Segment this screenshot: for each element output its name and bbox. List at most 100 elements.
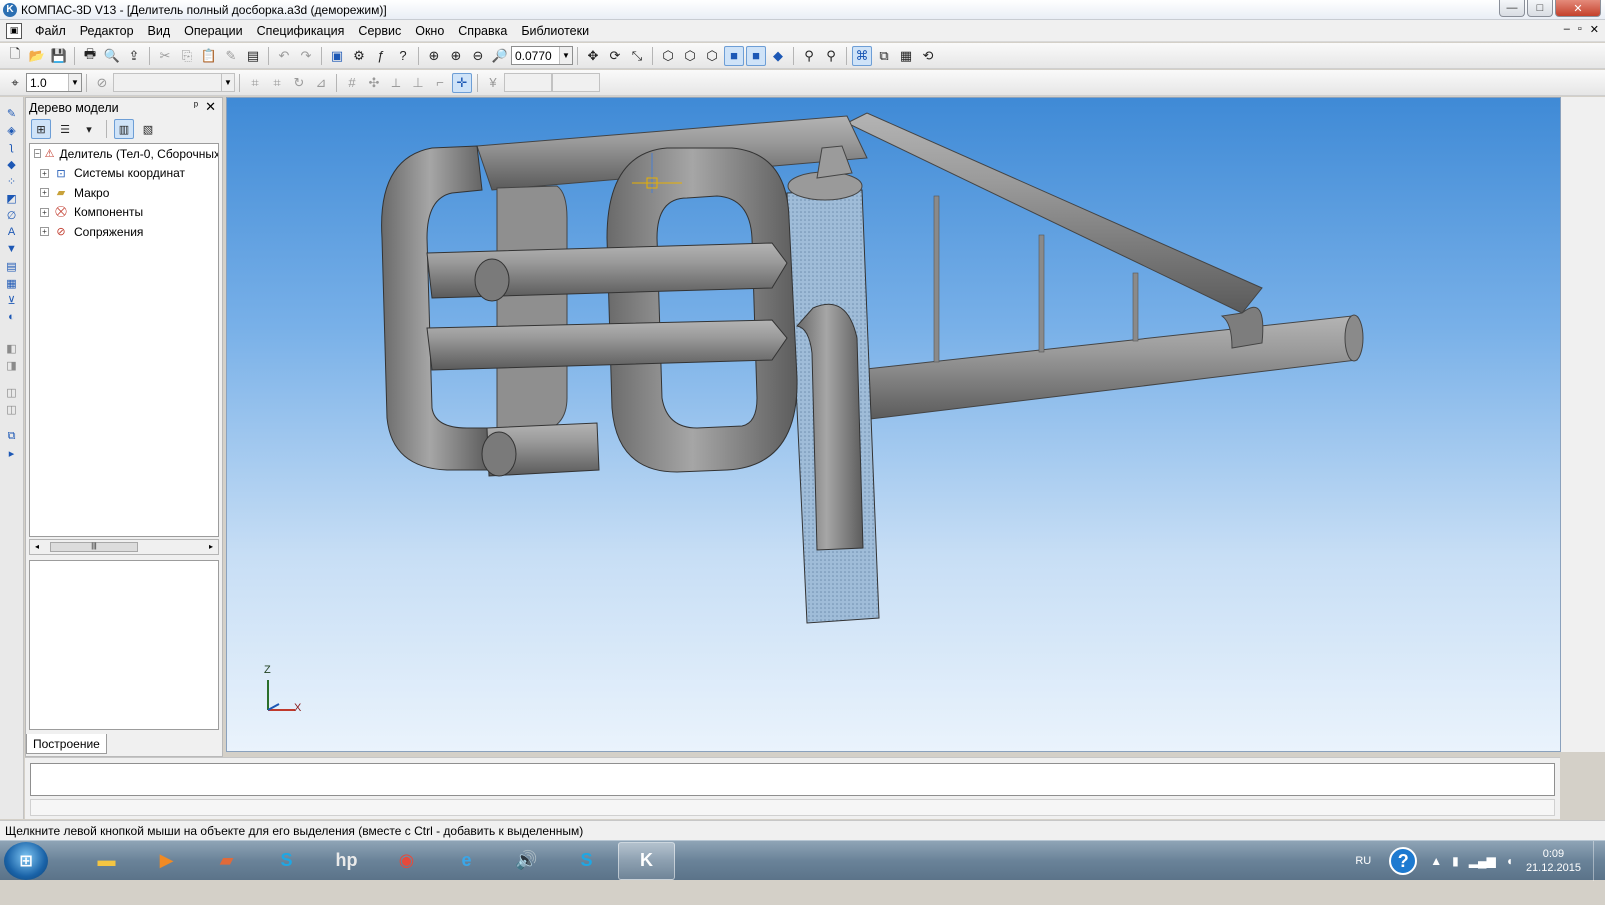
pipeline-icon[interactable]: ⧉ — [3, 428, 21, 444]
new-document-icon[interactable]: 🗋 — [5, 46, 25, 66]
clock[interactable]: 0:09 21.12.2015 — [1526, 847, 1581, 875]
expand-icon[interactable]: + — [40, 168, 49, 178]
audio-taskbar-icon[interactable]: 🔊 — [498, 842, 555, 880]
spatial-curves-icon[interactable]: ʅ — [3, 139, 21, 155]
print-preview-icon[interactable]: 🔍 — [102, 46, 122, 66]
internet-explorer-taskbar-icon[interactable]: e — [438, 842, 495, 880]
grid-icon[interactable]: # — [342, 73, 362, 93]
expand-icon[interactable]: + — [40, 207, 49, 217]
save-icon[interactable]: 💾 — [49, 46, 69, 66]
power-icon[interactable]: ▮ — [1452, 854, 1459, 868]
variables-icon[interactable]: ƒ — [371, 46, 391, 66]
tree-item-mates[interactable]: + ⊘ Сопряжения — [30, 222, 218, 242]
expand-panel-icon[interactable]: ▸ — [3, 445, 21, 461]
rotate-icon[interactable]: ⟳ — [605, 46, 625, 66]
pin-icon[interactable]: ᵖ — [194, 100, 198, 112]
tree-horizontal-scrollbar[interactable]: ◂ ||| ▸ — [29, 539, 219, 555]
menu-libraries[interactable]: Библиотеки — [514, 24, 596, 38]
minimize-button[interactable]: — — [1499, 0, 1525, 17]
pan-icon[interactable]: ✥ — [583, 46, 603, 66]
menu-operations[interactable]: Операции — [177, 24, 249, 38]
rebuild-icon[interactable]: ↻ — [289, 73, 309, 93]
cursor-coords-icon[interactable]: ¥ — [483, 73, 503, 93]
perspective-icon[interactable]: ◆ — [768, 46, 788, 66]
show-hidden-icons-icon[interactable]: ▲ — [1430, 854, 1442, 868]
shaded-edges-icon[interactable]: ■ — [746, 45, 766, 66]
doc-close-button[interactable]: ✕ — [1590, 23, 1599, 36]
dimensions-icon[interactable]: ⊻ — [3, 292, 21, 308]
cut-icon[interactable]: ✂ — [155, 46, 175, 66]
expand-icon[interactable]: + — [40, 227, 49, 237]
round-icon[interactable]: ⌐ — [430, 73, 450, 93]
kompas-taskbar-icon[interactable]: K — [618, 841, 675, 880]
menu-window[interactable]: Окно — [408, 24, 451, 38]
start-button[interactable]: ⊞ — [4, 841, 48, 880]
hidden-lines-icon[interactable]: ⬡ — [680, 46, 700, 66]
reports-icon[interactable]: ▦ — [3, 275, 21, 291]
tree-split-icon[interactable]: ▧ — [138, 119, 158, 139]
ortho-icon[interactable]: ⊥ — [408, 73, 428, 93]
explorer-taskbar-icon[interactable]: ▬ — [78, 842, 135, 880]
menu-editor[interactable]: Редактор — [73, 24, 141, 38]
zoom-in-icon[interactable]: ⊕ — [446, 46, 466, 66]
expand-icon[interactable]: + — [40, 188, 49, 198]
help-icon[interactable]: ? — [1389, 847, 1418, 875]
help-pointer-icon[interactable]: ? — [393, 46, 413, 66]
close-icon[interactable]: ✕ — [205, 99, 216, 115]
tree-root[interactable]: − ⚠ Делитель (Тел-0, Сборочных — [30, 144, 218, 164]
export-icon[interactable]: ⇪ — [124, 46, 144, 66]
skype-taskbar-icon[interactable]: S — [258, 842, 315, 880]
filter-icon[interactable]: ⚲ — [799, 46, 819, 66]
document-tree-icon[interactable]: ▥ — [114, 119, 134, 139]
zoom-scale-icon[interactable]: 🔎 — [490, 46, 510, 66]
menu-service[interactable]: Сервис — [351, 24, 408, 38]
zoom-frame-icon[interactable]: ⊕ — [424, 46, 444, 66]
chevron-down-icon[interactable]: ▼ — [559, 47, 572, 64]
properties-icon[interactable]: ▦ — [896, 46, 916, 66]
menu-file[interactable]: Файл — [28, 24, 73, 38]
scroll-left-icon[interactable]: ◂ — [30, 540, 44, 554]
hidden-thin-icon[interactable]: ⬡ — [702, 46, 722, 66]
orientation-icon[interactable]: ⤡ — [627, 46, 647, 66]
open-folder-icon[interactable]: 📂 — [27, 46, 47, 66]
selection-filter-icon[interactable]: ⚲ — [821, 46, 841, 66]
volume-icon[interactable]: ◖ — [1506, 854, 1513, 868]
sketch-icon[interactable]: ⌗ — [267, 73, 287, 93]
language-indicator[interactable]: RU — [1355, 855, 1371, 867]
hp-taskbar-icon[interactable]: hp — [318, 842, 375, 880]
scroll-thumb[interactable]: ||| — [50, 542, 138, 552]
close-button[interactable]: ✕ — [1555, 0, 1601, 17]
analysis-icon[interactable]: ◨ — [3, 357, 21, 373]
menu-help[interactable]: Справка — [451, 24, 514, 38]
show-desktop-button[interactable] — [1593, 841, 1605, 881]
arrays-icon[interactable]: ⁘ — [3, 173, 21, 189]
chrome-taskbar-icon[interactable]: ◉ — [378, 842, 435, 880]
edit-component-icon[interactable]: ✎ — [3, 105, 21, 121]
tab-construction[interactable]: Построение — [26, 734, 107, 754]
maximize-button[interactable]: □ — [1527, 0, 1553, 17]
zoom-scale-field[interactable]: 0.0770 ▼ — [511, 46, 573, 65]
cursor-y-field[interactable] — [552, 73, 600, 92]
tree-view-mode-icon[interactable]: ☰ — [55, 119, 75, 139]
wireframe-icon[interactable]: ⬡ — [658, 46, 678, 66]
tree-mode-icon[interactable]: ⌘ — [852, 45, 872, 66]
chevron-down-icon[interactable]: ▾ — [79, 119, 99, 139]
surface-ops-icon[interactable]: ◧ — [3, 340, 21, 356]
manager-icon[interactable]: ▣ — [327, 46, 347, 66]
paste-icon[interactable]: 📋 — [199, 46, 219, 66]
doc-minimize-button[interactable]: – — [1564, 23, 1570, 36]
specification-icon[interactable]: ▤ — [3, 258, 21, 274]
filter-icon[interactable]: ▼ — [3, 241, 21, 257]
refresh-icon[interactable]: ⟲ — [918, 46, 938, 66]
tree-item-coordinate-systems[interactable]: + ⊡ Системы координат — [30, 164, 218, 184]
surfaces-icon[interactable]: ◆ — [3, 156, 21, 172]
layers-icon[interactable]: ⧉ — [874, 46, 894, 66]
tree-structure-icon[interactable]: ⊞ — [31, 119, 51, 139]
cursor-x-field[interactable] — [504, 73, 552, 92]
properties-input-area[interactable] — [30, 763, 1555, 796]
document-menu-icon[interactable]: ▣ — [6, 22, 22, 39]
style-field[interactable]: ▼ — [113, 73, 235, 92]
copy-geometry-icon[interactable]: ◫ — [3, 384, 21, 400]
component-icon[interactable]: ◈ — [3, 122, 21, 138]
menu-specification[interactable]: Спецификация — [250, 24, 352, 38]
